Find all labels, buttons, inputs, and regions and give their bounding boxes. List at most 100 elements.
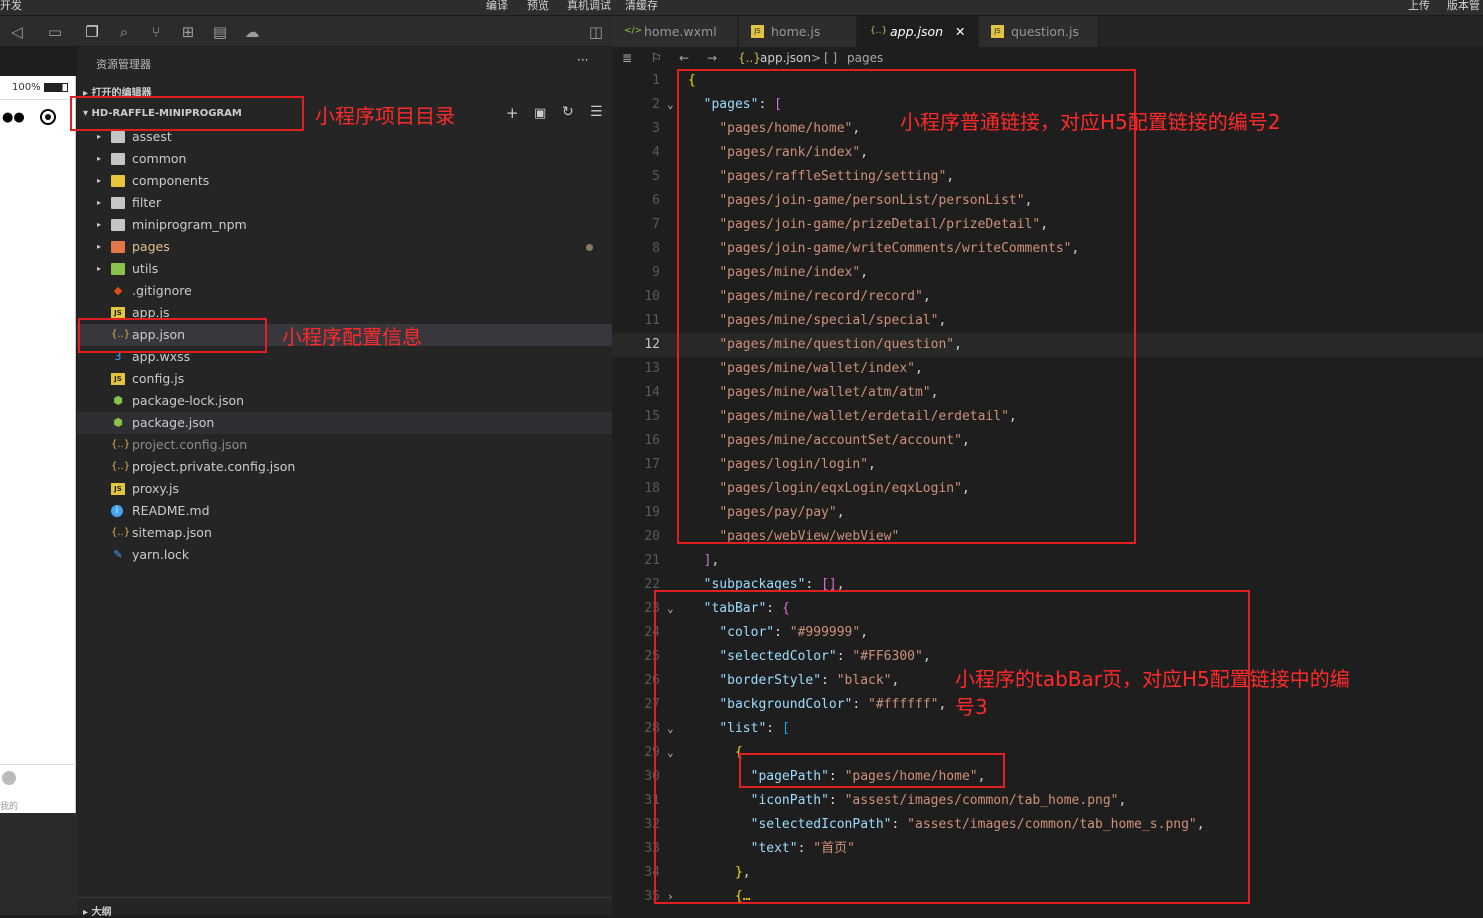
breadcrumb-node[interactable]: pages	[847, 47, 883, 69]
menu-develop[interactable]: 开发	[0, 0, 22, 13]
forward-arrow-icon[interactable]: →	[707, 47, 717, 69]
tab-app-json[interactable]: {..} app.json ✕	[858, 16, 978, 47]
editor-tabs: </> home.wxml JS home.js {..} app.json ✕ JS q…	[612, 16, 1483, 47]
tab-home-wxml[interactable]: </> home.wxml	[612, 16, 738, 47]
title-bar: 开发 编译 预览 真机调试 清缓存 上传 版本管	[0, 0, 1483, 16]
line-number: 6	[652, 193, 660, 208]
new-folder-icon[interactable]: ▣	[534, 106, 546, 121]
line-number: 21	[644, 553, 660, 568]
tab-mine-label[interactable]: 我的	[0, 799, 18, 812]
explorer-sidebar: 资源管理器 ··· ▸ 打开的编辑器 ▾ HD-RAFFLE-MINIPROGR…	[77, 47, 612, 918]
line-number: 13	[644, 361, 660, 376]
breadcrumb-sep: >	[811, 51, 822, 65]
collapse-all-icon[interactable]: ☰	[590, 104, 603, 120]
line-number: 24	[644, 625, 660, 640]
back-arrow-icon[interactable]: ←	[679, 47, 689, 69]
line-number: 8	[652, 241, 660, 256]
explorer-more-button[interactable]: ···	[577, 53, 588, 67]
close-tab-icon[interactable]: ✕	[955, 16, 965, 47]
tabbar-highlight	[654, 590, 1250, 904]
files-icon[interactable]: ❐	[83, 23, 101, 41]
tree-item-config-js[interactable]: JS config.js	[77, 368, 612, 390]
tree-item-project-config-json[interactable]: {..} project.config.json	[77, 434, 612, 456]
capsule-close-icon[interactable]	[40, 109, 56, 125]
json-file-icon: {..}	[870, 26, 888, 36]
line-number: 20	[644, 529, 660, 544]
line-number: 32	[644, 817, 660, 832]
refresh-icon[interactable]: ↻	[562, 104, 574, 120]
list-icon[interactable]: ≣	[622, 47, 632, 69]
line-number: 25	[644, 649, 660, 664]
extensions-icon[interactable]: ⊞	[179, 23, 197, 41]
breadcrumb: ≣ ⚐ ← → {..} app.json > [ ] pages	[612, 47, 1483, 69]
line-number: 17	[644, 457, 660, 472]
tree-item-proxy-js[interactable]: JS proxy.js	[77, 478, 612, 500]
back-triangle-icon[interactable]: ◁	[8, 23, 26, 41]
new-file-icon[interactable]: +	[506, 104, 519, 122]
tree-item-readme[interactable]: i README.md	[77, 500, 612, 522]
zoom-level: 100%	[12, 82, 41, 93]
line-number: 4	[652, 145, 660, 160]
version-button[interactable]: 版本管	[1447, 0, 1480, 13]
window-icon[interactable]: ▭	[46, 23, 64, 41]
tree-item-components[interactable]: ▸ components	[77, 170, 612, 192]
outline-label: 大纲	[91, 907, 112, 918]
line-number: 19	[644, 505, 660, 520]
bookmark-icon[interactable]: ⚐	[651, 47, 662, 69]
tree-item-common[interactable]: ▸ common	[77, 148, 612, 170]
annotation-tabbar-2: 号3	[955, 695, 988, 719]
tree-item-package-lock-json[interactable]: ⬢ package-lock.json	[77, 390, 612, 412]
line-number: 9	[652, 265, 660, 280]
tree-item-package-json[interactable]: ⬢ package.json	[77, 412, 612, 434]
breadcrumb-file[interactable]: app.json	[760, 47, 811, 69]
outline-section[interactable]: ▸ 大纲	[83, 903, 112, 918]
line-number: 29	[644, 745, 660, 760]
upload-button[interactable]: 上传	[1408, 0, 1430, 13]
preview-button[interactable]: 预览	[527, 0, 549, 13]
code-text: ],	[703, 553, 720, 568]
tree-item-miniprogram-npm[interactable]: ▸ miniprogram_npm	[77, 214, 612, 236]
line-number: 15	[644, 409, 660, 424]
tree-item-gitignore[interactable]: ◆ .gitignore	[77, 280, 612, 302]
tab-home-js[interactable]: JS home.js	[739, 16, 857, 47]
simulator-status-bar: 100%	[0, 76, 75, 100]
line-number: 31	[644, 793, 660, 808]
project-dir-highlight	[70, 96, 304, 131]
activity-toolbar: ◁ ▭ ❐ ⌕ ⑂ ⊞ ▤ ☁ ◫	[0, 16, 612, 47]
breadcrumb-array-icon: [ ]	[824, 51, 838, 65]
clear-cache-button[interactable]: 清缓存	[625, 0, 658, 13]
compile-button[interactable]: 编译	[486, 0, 508, 13]
line-number: 22	[644, 577, 660, 592]
tree-item-project-private-config-json[interactable]: {..} project.private.config.json	[77, 456, 612, 478]
profile-tab-icon[interactable]	[2, 771, 16, 785]
split-panel-icon[interactable]: ◫	[587, 23, 605, 41]
search-icon[interactable]: ⌕	[115, 23, 133, 41]
docker-icon[interactable]: ☁	[243, 23, 261, 41]
js-file-icon: JS	[991, 25, 1004, 38]
tree-item-utils[interactable]: ▸ utils	[77, 258, 612, 280]
annotation-normal-links: 小程序普通链接，对应H5配置链接的编号2	[900, 110, 1281, 134]
source-control-icon[interactable]: ⑂	[147, 23, 165, 41]
line-number: 18	[644, 481, 660, 496]
save-icon[interactable]: ▤	[211, 23, 229, 41]
line-number: 16	[644, 433, 660, 448]
pages-highlight	[677, 69, 1136, 544]
tree-item-pages[interactable]: ▸ pages	[77, 236, 612, 258]
tab-question-js[interactable]: JS question.js	[979, 16, 1099, 47]
tree-item-yarn-lock[interactable]: ✎ yarn.lock	[77, 544, 612, 566]
pagepath-highlight	[739, 753, 1005, 788]
more-dots-icon[interactable]: ●●	[2, 110, 25, 125]
line-number: 1	[652, 73, 660, 88]
js-file-icon: JS	[751, 25, 764, 38]
fold-chevron-icon[interactable]: ⌄	[667, 93, 674, 117]
wxml-file-icon: </>	[624, 26, 643, 36]
simulator-panel: 100% ●● 我的	[0, 76, 76, 813]
line-number: 7	[652, 217, 660, 232]
tree-item-filter[interactable]: ▸ filter	[77, 192, 612, 214]
line-number: 23	[644, 601, 660, 616]
tree-item-sitemap-json[interactable]: {..} sitemap.json	[77, 522, 612, 544]
code-line[interactable]: 21 ],	[612, 549, 1483, 573]
annotation-config-info: 小程序配置信息	[282, 325, 422, 349]
line-number: 35	[644, 889, 660, 904]
remote-debug-button[interactable]: 真机调试	[567, 0, 611, 13]
